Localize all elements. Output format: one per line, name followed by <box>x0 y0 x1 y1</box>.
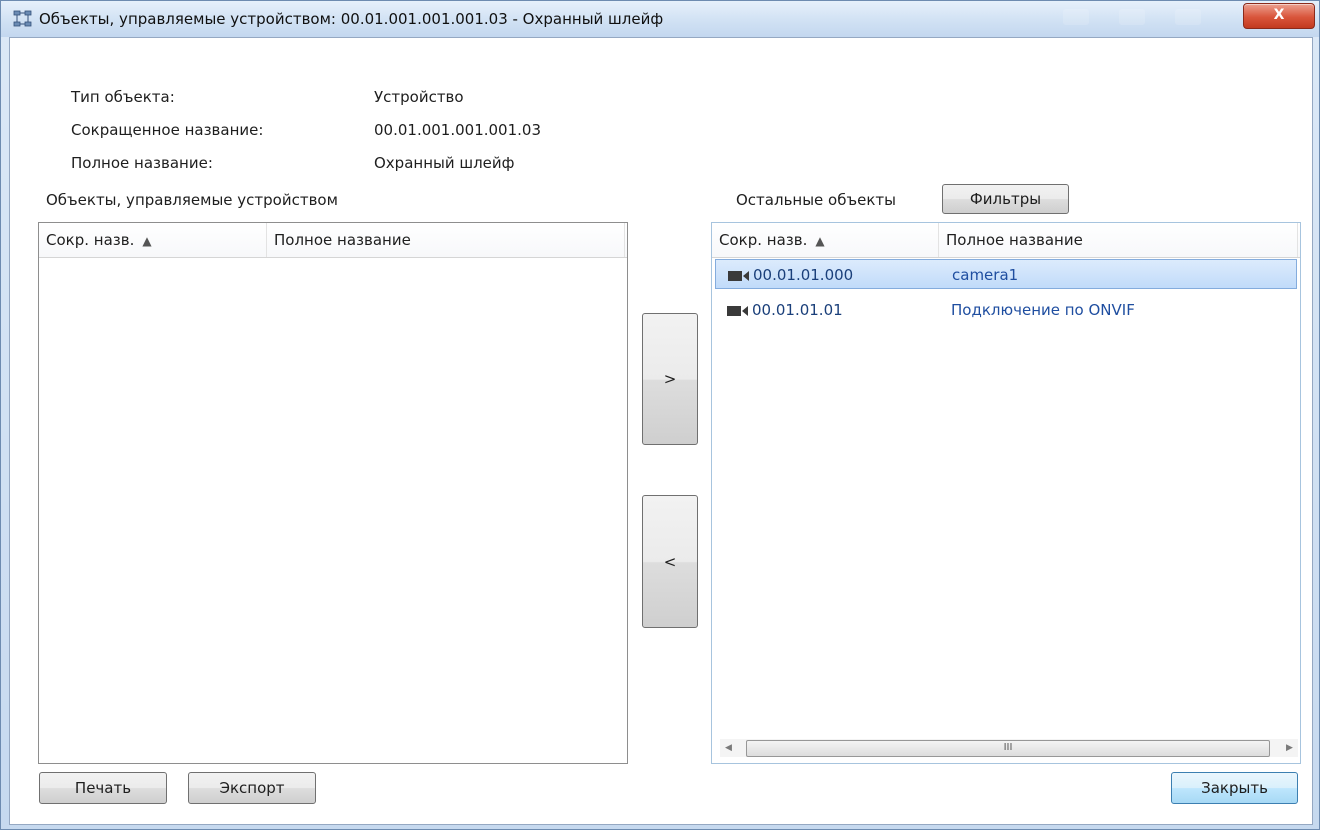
other-objects-title: Остальные объекты <box>736 191 896 209</box>
column-label: Полное название <box>274 231 411 249</box>
controlled-objects-title: Объекты, управляемые устройством <box>46 191 338 209</box>
short-name-label: Сокращенное название: <box>71 121 264 139</box>
type-value: Устройство <box>374 88 464 106</box>
column-label: Полное название <box>946 231 1083 249</box>
export-button[interactable]: Экспорт <box>188 772 316 804</box>
list-item[interactable]: 00.01.01.000 camera1 <box>715 259 1297 289</box>
maximize-button[interactable] <box>1119 9 1145 25</box>
dialog-window: Объекты, управляемые устройством: 00.01.… <box>0 0 1320 830</box>
controlled-objects-list[interactable]: Сокр. назв. ▲ Полное название <box>38 222 628 764</box>
type-label: Тип объекта: <box>71 88 175 106</box>
device-tree-icon <box>13 10 32 27</box>
row-code: 00.01.01.01 <box>752 301 843 319</box>
column-label: Сокр. назв. <box>719 231 808 249</box>
column-full-name[interactable]: Полное название <box>939 223 1298 257</box>
title-bar[interactable]: Объекты, управляемые устройством: 00.01.… <box>1 1 1319 37</box>
window-title: Объекты, управляемые устройством: 00.01.… <box>39 10 664 28</box>
list-header: Сокр. назв. ▲ Полное название <box>712 223 1300 258</box>
short-name-value: 00.01.001.001.001.03 <box>374 121 541 139</box>
full-name-value: Охранный шлейф <box>374 154 515 172</box>
minimize-button[interactable] <box>1063 9 1089 25</box>
column-short-name[interactable]: Сокр. назв. ▲ <box>712 223 939 257</box>
close-window-button[interactable]: X <box>1243 3 1315 29</box>
row-name: camera1 <box>952 266 1019 284</box>
remove-object-button[interactable]: < <box>642 495 698 628</box>
sort-ascending-icon: ▲ <box>142 234 152 248</box>
camera-icon <box>728 270 749 281</box>
row-name: Подключение по ONVIF <box>951 301 1135 319</box>
other-objects-list[interactable]: Сокр. назв. ▲ Полное название 00.01.01.00… <box>711 222 1301 764</box>
scroll-right-icon[interactable]: ▶ <box>1281 739 1298 757</box>
list-item[interactable]: 00.01.01.01 Подключение по ONVIF <box>715 295 1297 325</box>
dialog-body: Тип объекта: Устройство Сокращенное назв… <box>9 37 1313 825</box>
row-code: 00.01.01.000 <box>753 266 854 284</box>
filters-button[interactable]: Фильтры <box>942 184 1069 214</box>
print-button[interactable]: Печать <box>39 772 167 804</box>
add-object-button[interactable]: > <box>642 313 698 445</box>
scroll-grip-icon: III <box>1003 742 1013 753</box>
camera-icon <box>727 305 748 316</box>
restore-button[interactable] <box>1175 9 1201 25</box>
close-button[interactable]: Закрыть <box>1171 772 1298 804</box>
full-name-label: Полное название: <box>71 154 213 172</box>
list-header: Сокр. назв. ▲ Полное название <box>39 223 627 258</box>
row-code-cell: 00.01.01.000 <box>728 260 853 290</box>
scroll-thumb[interactable]: III <box>746 740 1270 757</box>
horizontal-scrollbar[interactable]: ◀ III ▶ <box>720 739 1298 757</box>
close-icon: X <box>1273 7 1285 23</box>
column-full-name[interactable]: Полное название <box>267 223 625 257</box>
column-label: Сокр. назв. <box>46 231 135 249</box>
sort-ascending-icon: ▲ <box>815 234 825 248</box>
row-code-cell: 00.01.01.01 <box>727 295 843 325</box>
column-short-name[interactable]: Сокр. назв. ▲ <box>39 223 267 257</box>
scroll-left-icon[interactable]: ◀ <box>720 739 737 757</box>
